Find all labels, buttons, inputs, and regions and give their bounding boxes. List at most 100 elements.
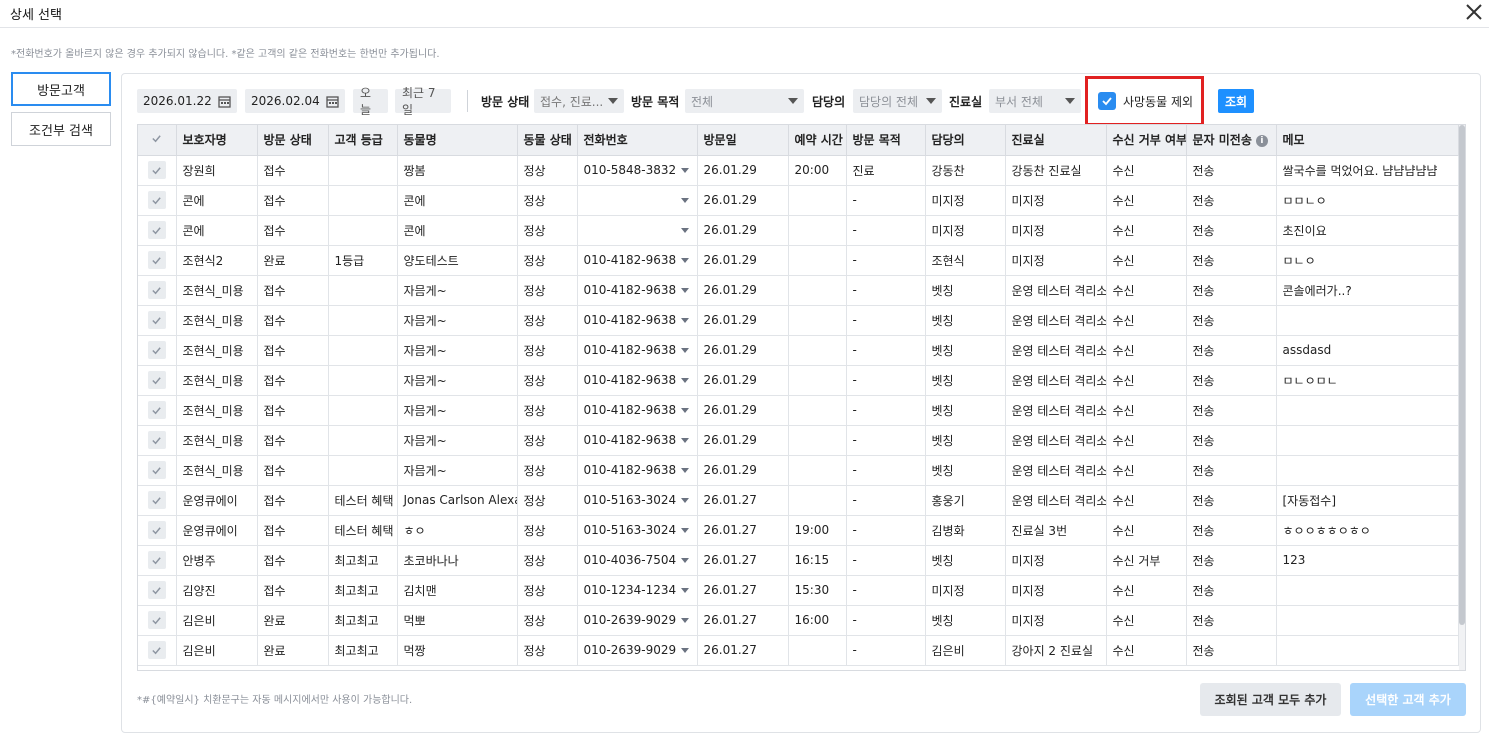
table-row[interactable]: 조현식_미용 접수 자믐게~ 정상 010-4182-9638 26.01.29 - 벳칭 운영…: [138, 365, 1459, 396]
cell-phone[interactable]: 010-4182-9638: [577, 395, 698, 426]
tab-visit-customers[interactable]: 방문고객: [11, 72, 111, 106]
cell-phone[interactable]: 010-4182-9638: [577, 425, 698, 456]
col-manager[interactable]: 담당의: [925, 125, 1006, 156]
col-reject[interactable]: 수신 거부 여부: [1106, 125, 1187, 156]
table-row[interactable]: 조현식_미용 접수 자믐게~ 정상 010-4182-9638 26.01.29 - 벳칭 운영…: [138, 275, 1459, 306]
row-checkbox[interactable]: [147, 251, 166, 269]
phone-select[interactable]: 010-4182-9638: [584, 433, 697, 447]
cell-phone[interactable]: 010-5848-3832: [577, 155, 698, 186]
phone-select[interactable]: 010-4182-9638: [584, 343, 697, 357]
cell-phone[interactable]: 010-2639-9029: [577, 635, 698, 666]
table-scrollbar[interactable]: [1459, 125, 1465, 670]
phone-select[interactable]: 010-5848-3832: [584, 163, 697, 177]
cell-phone[interactable]: 010-4182-9638: [577, 335, 698, 366]
exclude-deceased-checkbox[interactable]: [1098, 92, 1116, 110]
col-guardian[interactable]: 보호자명: [176, 125, 258, 156]
today-button[interactable]: 오늘: [353, 86, 388, 117]
table-row[interactable]: 김양진 접수 최고최고 김치맨 정상 010-1234-1234 26.01.27 15:30…: [138, 575, 1459, 606]
phone-select[interactable]: 010-4182-9638: [584, 403, 697, 417]
table-row[interactable]: 콘에 접수 콘에 정상 26.01.29- 미지정 미지정 수신 전송 초진이요: [138, 215, 1459, 246]
row-checkbox[interactable]: [147, 371, 166, 389]
date-from-field[interactable]: 2026.01.22: [137, 89, 237, 113]
last-7-days-button[interactable]: 최근 7일: [395, 86, 451, 117]
row-checkbox[interactable]: [147, 521, 166, 539]
row-checkbox[interactable]: [147, 221, 166, 239]
search-button[interactable]: 조회: [1218, 89, 1254, 113]
col-visit-date[interactable]: 방문일: [697, 125, 789, 156]
cell-phone[interactable]: 010-2639-9029: [577, 605, 698, 636]
phone-select[interactable]: 010-4182-9638: [584, 313, 697, 327]
row-checkbox[interactable]: [147, 491, 166, 509]
table-row[interactable]: 운영큐에이 접수 테스터 혜택 ㅎㅇ 정상 010-5163-3024 26.01.27 19…: [138, 515, 1459, 546]
table-row[interactable]: 콘에 접수 콘에 정상 26.01.29- 미지정 미지정 수신 전송 ㅁㅁㄴㅇ: [138, 185, 1459, 216]
phone-select[interactable]: 010-4036-7504: [584, 553, 697, 567]
close-icon[interactable]: [1462, 0, 1486, 24]
date-to-field[interactable]: 2026.02.04: [245, 89, 345, 113]
table-row[interactable]: 김은비 완료 최고최고 먹짱 정상 010-2639-9029 26.01.27- 김은비 강아…: [138, 635, 1459, 666]
row-checkbox[interactable]: [147, 641, 166, 659]
cell-phone[interactable]: 010-4182-9638: [577, 305, 698, 336]
col-reservation-time[interactable]: 예약 시간: [788, 125, 847, 156]
cell-phone[interactable]: 010-5163-3024: [577, 485, 698, 516]
select-all-checkbox[interactable]: [138, 125, 177, 156]
row-checkbox[interactable]: [147, 401, 166, 419]
row-checkbox[interactable]: [147, 431, 166, 449]
row-checkbox[interactable]: [147, 461, 166, 479]
col-animal-status[interactable]: 동물 상태: [517, 125, 578, 156]
phone-select[interactable]: 010-2639-9029: [584, 613, 697, 627]
col-visit-status[interactable]: 방문 상태: [257, 125, 329, 156]
table-row[interactable]: 안병주 접수 최고최고 초코바나나 정상 010-4036-7504 26.01.27 16:…: [138, 545, 1459, 576]
table-row[interactable]: 조현식_미용 접수 자믐게~ 정상 010-4182-9638 26.01.29 - 벳칭 운영…: [138, 455, 1459, 486]
info-icon[interactable]: i: [1255, 134, 1268, 147]
table-row[interactable]: 조현식2 완료 1등급 양도테스트 정상 010-4182-9638 26.01.29 - 조현…: [138, 245, 1459, 276]
phone-select[interactable]: 010-4182-9638: [584, 253, 697, 267]
phone-select[interactable]: 010-2639-9029: [584, 643, 697, 657]
table-row[interactable]: 운영큐에이 접수 테스터 혜택 Jonas Carlson Alexa 정상 010-51…: [138, 485, 1459, 516]
scrollbar-thumb[interactable]: [1459, 125, 1465, 625]
cell-phone[interactable]: [577, 215, 698, 246]
col-grade[interactable]: 고객 등급: [328, 125, 398, 156]
col-memo[interactable]: 메모: [1276, 125, 1459, 156]
cell-phone[interactable]: 010-4182-9638: [577, 455, 698, 486]
visit-purpose-select[interactable]: 전체: [685, 89, 804, 113]
row-checkbox[interactable]: [147, 191, 166, 209]
phone-select[interactable]: 010-5163-3024: [584, 523, 697, 537]
row-checkbox[interactable]: [147, 611, 166, 629]
manager-select[interactable]: 담당의 전체: [853, 89, 942, 113]
col-sms-unsent[interactable]: 문자 미전송 i: [1186, 125, 1277, 156]
cell-phone[interactable]: 010-4182-9638: [577, 245, 698, 276]
calendar-icon[interactable]: [218, 95, 231, 108]
phone-select[interactable]: 010-5163-3024: [584, 493, 697, 507]
cell-phone[interactable]: [577, 185, 698, 216]
phone-select[interactable]: [584, 197, 697, 203]
cell-phone[interactable]: 010-4182-9638: [577, 365, 698, 396]
col-phone[interactable]: 전화번호: [577, 125, 698, 156]
col-animal-name[interactable]: 동물명: [397, 125, 518, 156]
phone-select[interactable]: 010-1234-1234: [584, 583, 697, 597]
table-row[interactable]: 조현식_미용 접수 자믐게~ 정상 010-4182-9638 26.01.29 - 벳칭 운영…: [138, 335, 1459, 366]
cell-phone[interactable]: 010-5163-3024: [577, 515, 698, 546]
col-room[interactable]: 진료실: [1005, 125, 1107, 156]
row-checkbox[interactable]: [147, 341, 166, 359]
phone-select[interactable]: 010-4182-9638: [584, 283, 697, 297]
phone-select[interactable]: [584, 227, 697, 233]
row-checkbox[interactable]: [147, 311, 166, 329]
table-row[interactable]: 김은비 완료 최고최고 먹뽀 정상 010-2639-9029 26.01.27 16:00-…: [138, 605, 1459, 636]
cell-phone[interactable]: 010-4182-9638: [577, 275, 698, 306]
exclude-deceased-toggle[interactable]: 사망동물 제외: [1098, 89, 1193, 113]
room-select[interactable]: 부서 전체: [989, 89, 1081, 113]
row-checkbox[interactable]: [147, 581, 166, 599]
table-row[interactable]: 조현식_미용 접수 자믐게~ 정상 010-4182-9638 26.01.29 - 벳칭 운영…: [138, 305, 1459, 336]
cell-phone[interactable]: 010-1234-1234: [577, 575, 698, 606]
tab-conditional-search[interactable]: 조건부 검색: [11, 112, 111, 146]
row-checkbox[interactable]: [147, 161, 166, 179]
calendar-icon[interactable]: [326, 95, 339, 108]
row-checkbox[interactable]: [147, 281, 166, 299]
table-row[interactable]: 장원희 접수 짱봄 정상 010-5848-3832 26.01.29 20:00 진료 강동찬…: [138, 155, 1459, 186]
visit-status-select[interactable]: 접수, 진료...: [534, 89, 624, 113]
add-selected-customers-button[interactable]: 선택한 고객 추가: [1350, 683, 1466, 716]
table-row[interactable]: 조현식_미용 접수 자믐게~ 정상 010-4182-9638 26.01.29 - 벳칭 운영…: [138, 425, 1459, 456]
phone-select[interactable]: 010-4182-9638: [584, 463, 697, 477]
add-all-customers-button[interactable]: 조회된 고객 모두 추가: [1200, 683, 1341, 716]
cell-phone[interactable]: 010-4036-7504: [577, 545, 698, 576]
